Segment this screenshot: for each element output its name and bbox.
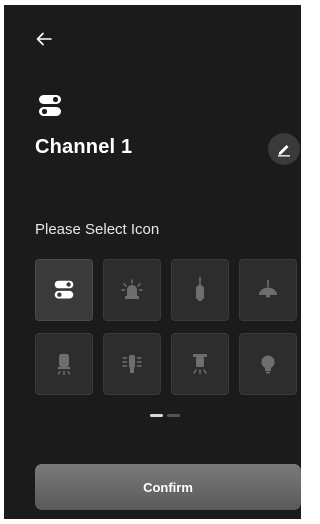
spotlight-icon [57,354,71,376]
channel-title: Channel 1 [35,136,133,158]
edit-name-button[interactable] [268,133,300,165]
icon-option-toggle[interactable] [35,259,93,321]
page-dot-active[interactable] [150,414,163,417]
app-screen: Channel 1 Please Select Icon Confirm [4,5,301,519]
select-icon-label: Please Select Icon [35,221,160,238]
back-button[interactable] [32,27,56,51]
page-dot[interactable] [167,414,180,417]
bulb-icon [261,355,275,374]
toggle-switch-icon [54,280,74,299]
dome-lamp-icon [259,280,277,298]
icon-option-bulb[interactable] [239,333,297,395]
confirm-button[interactable]: Confirm [35,464,301,510]
icon-option-spotlight[interactable] [35,333,93,395]
siren-icon [121,279,143,299]
led-bulb-icon [122,355,142,373]
arrow-left-icon [36,32,52,46]
icon-option-led-bulb[interactable] [103,333,161,395]
pencil-icon [278,145,290,157]
page-indicator [150,414,180,417]
icon-option-ceiling-lamp[interactable] [171,333,229,395]
icon-option-pendant[interactable] [171,259,229,321]
icon-grid [35,259,299,399]
icon-option-siren[interactable] [103,259,161,321]
toggle-switch-icon [39,95,61,116]
pendant-lamp-icon [196,277,204,301]
icon-option-dome[interactable] [239,259,297,321]
ceiling-lamp-icon [193,354,207,375]
